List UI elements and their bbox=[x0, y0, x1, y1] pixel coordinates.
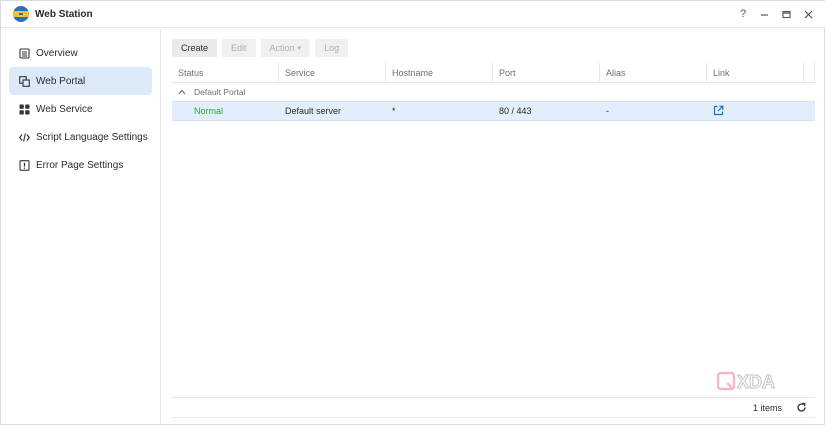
caret-down-icon: ▾ bbox=[297, 45, 302, 52]
column-header-port[interactable]: Port bbox=[493, 63, 600, 83]
sidebar-item-label: Error Page Settings bbox=[36, 159, 124, 171]
sidebar-item-label: Web Portal bbox=[36, 75, 86, 87]
sidebar-item-script-language-settings[interactable]: Script Language Settings bbox=[9, 123, 152, 151]
port-cell: 80 / 443 bbox=[499, 106, 532, 116]
app-title: Web Station bbox=[35, 9, 93, 20]
action-button[interactable]: Action ▾ bbox=[260, 39, 311, 57]
column-header-alias[interactable]: Alias bbox=[600, 63, 707, 83]
items-count: 1 items bbox=[753, 403, 783, 413]
close-icon bbox=[804, 10, 812, 18]
column-header-spacer bbox=[804, 63, 815, 83]
toolbar: Create Edit Action ▾ Log bbox=[172, 39, 349, 57]
xda-watermark-logo: XDA bbox=[716, 371, 795, 393]
action-button-label: Action bbox=[269, 43, 295, 53]
maximize-button[interactable] bbox=[778, 6, 794, 22]
hostname-cell: * bbox=[392, 106, 396, 116]
close-button[interactable] bbox=[800, 6, 816, 22]
link-cell bbox=[707, 102, 804, 120]
chevron-up-icon[interactable] bbox=[178, 88, 186, 97]
create-button[interactable]: Create bbox=[172, 39, 218, 57]
table-header: Status Service Hostname Port Alias Link bbox=[172, 63, 815, 83]
portal-table: Status Service Hostname Port Alias Link … bbox=[172, 63, 815, 121]
web-station-logo-icon bbox=[13, 6, 29, 22]
help-button[interactable]: ? bbox=[735, 6, 751, 22]
group-row-default-portal[interactable]: Default Portal bbox=[172, 83, 815, 101]
sidebar-item-web-service[interactable]: Web Service bbox=[9, 95, 152, 123]
footer-bottom-divider bbox=[172, 417, 815, 418]
sidebar-item-overview[interactable]: Overview bbox=[9, 39, 152, 67]
sidebar-item-error-page-settings[interactable]: Error Page Settings bbox=[9, 151, 152, 179]
status-cell: Normal bbox=[194, 106, 224, 116]
sidebar-item-label: Script Language Settings bbox=[36, 131, 148, 143]
sidebar-item-label: Web Service bbox=[36, 103, 93, 115]
service-cell: Default server bbox=[285, 106, 342, 116]
minimize-button[interactable] bbox=[756, 6, 772, 22]
title-bar: Web Station ? bbox=[1, 1, 825, 28]
column-header-service[interactable]: Service bbox=[279, 63, 386, 83]
open-external-icon[interactable] bbox=[713, 105, 724, 118]
log-button[interactable]: Log bbox=[315, 39, 349, 57]
refresh-icon bbox=[797, 402, 806, 412]
column-header-hostname[interactable]: Hostname bbox=[386, 63, 493, 83]
table-row[interactable]: Normal Default server * 80 / 443 - bbox=[172, 101, 815, 121]
minimize-icon bbox=[760, 13, 768, 16]
sidebar-item-label: Overview bbox=[36, 47, 78, 59]
web-service-grid-icon bbox=[19, 104, 30, 115]
sidebar: Overview Web Portal Web Service Script L… bbox=[1, 29, 161, 425]
refresh-button[interactable] bbox=[796, 402, 807, 413]
edit-button[interactable]: Edit bbox=[222, 39, 256, 57]
alias-cell: - bbox=[606, 106, 609, 116]
code-icon bbox=[19, 132, 30, 143]
web-station-window: Web Station ? Overview Web Portal Web Se… bbox=[0, 0, 825, 425]
footer-divider bbox=[172, 397, 815, 398]
maximize-icon bbox=[781, 10, 791, 18]
column-header-link[interactable]: Link bbox=[707, 63, 804, 83]
svg-text:XDA: XDA bbox=[737, 372, 775, 391]
column-header-status[interactable]: Status bbox=[172, 63, 279, 83]
overview-list-icon bbox=[19, 47, 30, 59]
web-portal-icon bbox=[19, 75, 30, 87]
sidebar-item-web-portal[interactable]: Web Portal bbox=[9, 67, 152, 95]
group-label: Default Portal bbox=[194, 87, 246, 97]
error-page-icon bbox=[19, 159, 30, 171]
